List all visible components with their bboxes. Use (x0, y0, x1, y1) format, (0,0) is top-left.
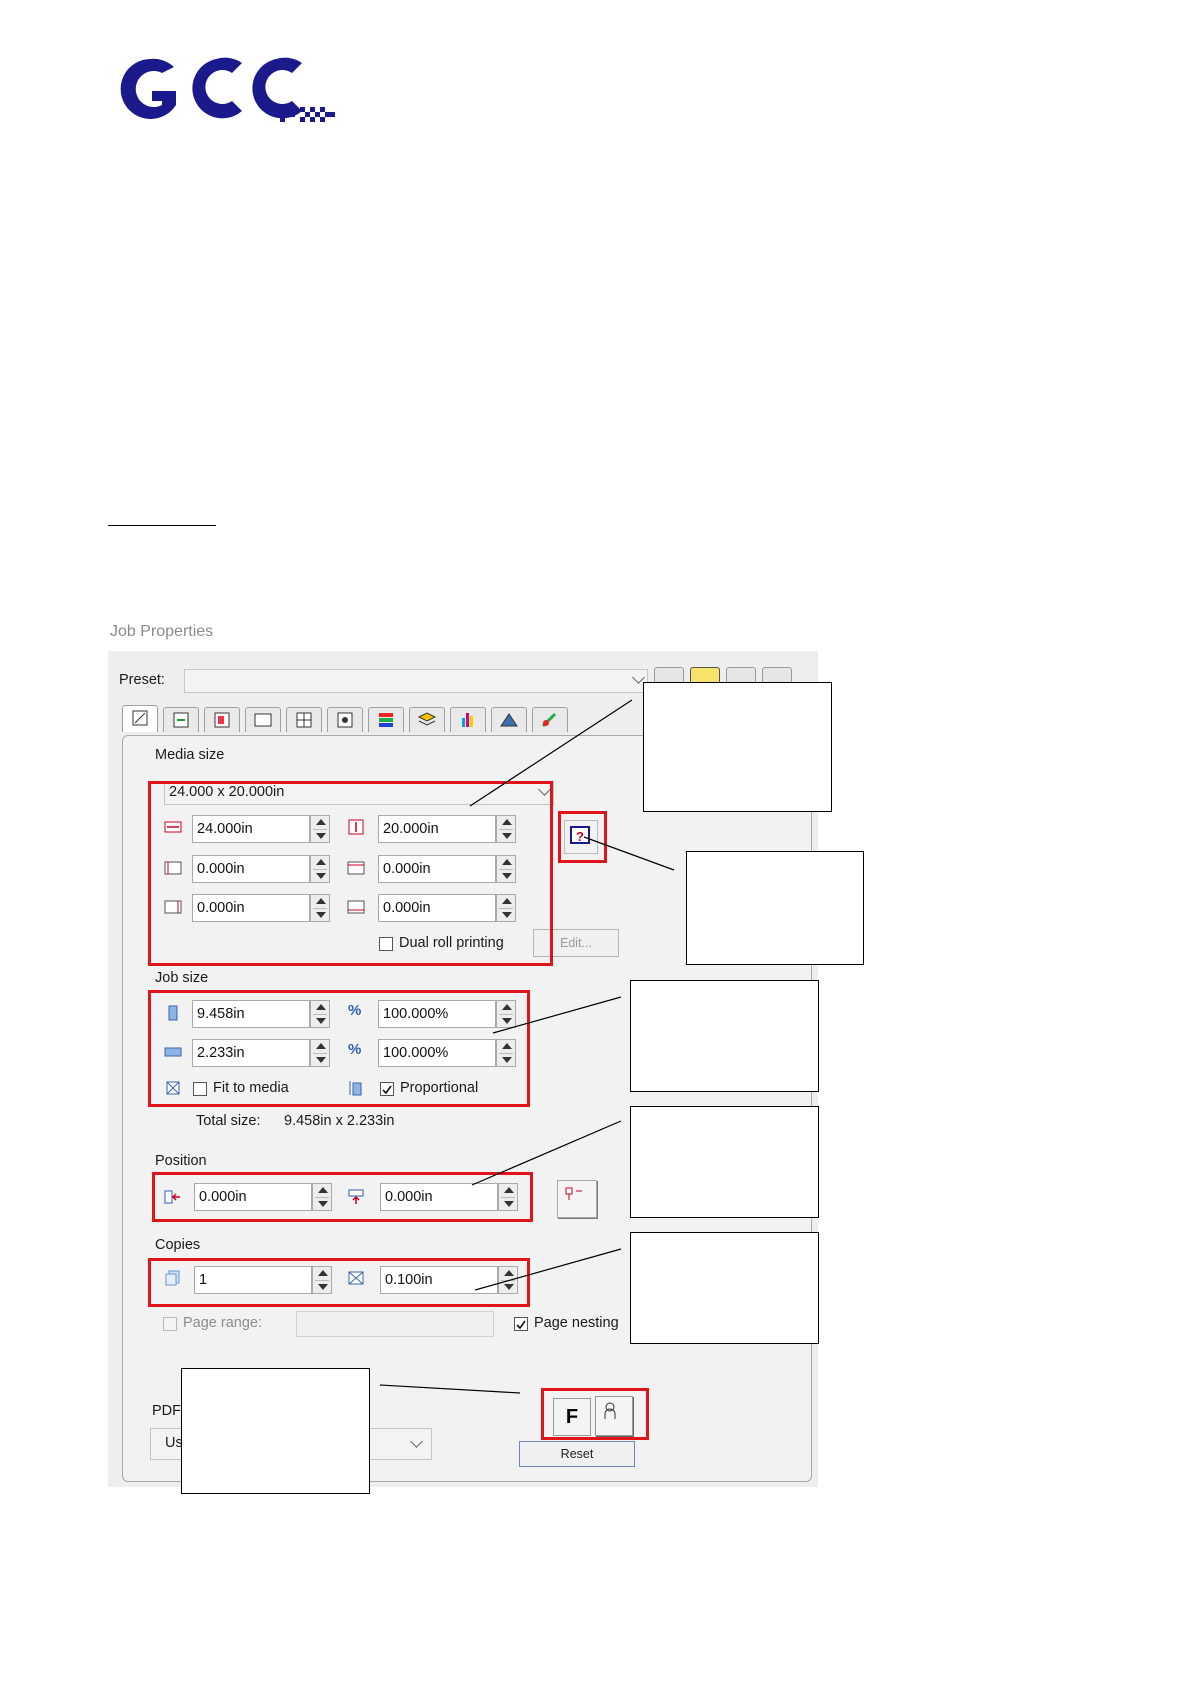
callout-connectors (379, 699, 675, 1394)
callout-media-size (643, 682, 832, 812)
callout-copies (630, 1232, 819, 1344)
callout-job-size (630, 980, 819, 1092)
callout-help (686, 851, 864, 965)
callout-bottom-buttons (181, 1368, 370, 1494)
callout-position (630, 1106, 819, 1218)
